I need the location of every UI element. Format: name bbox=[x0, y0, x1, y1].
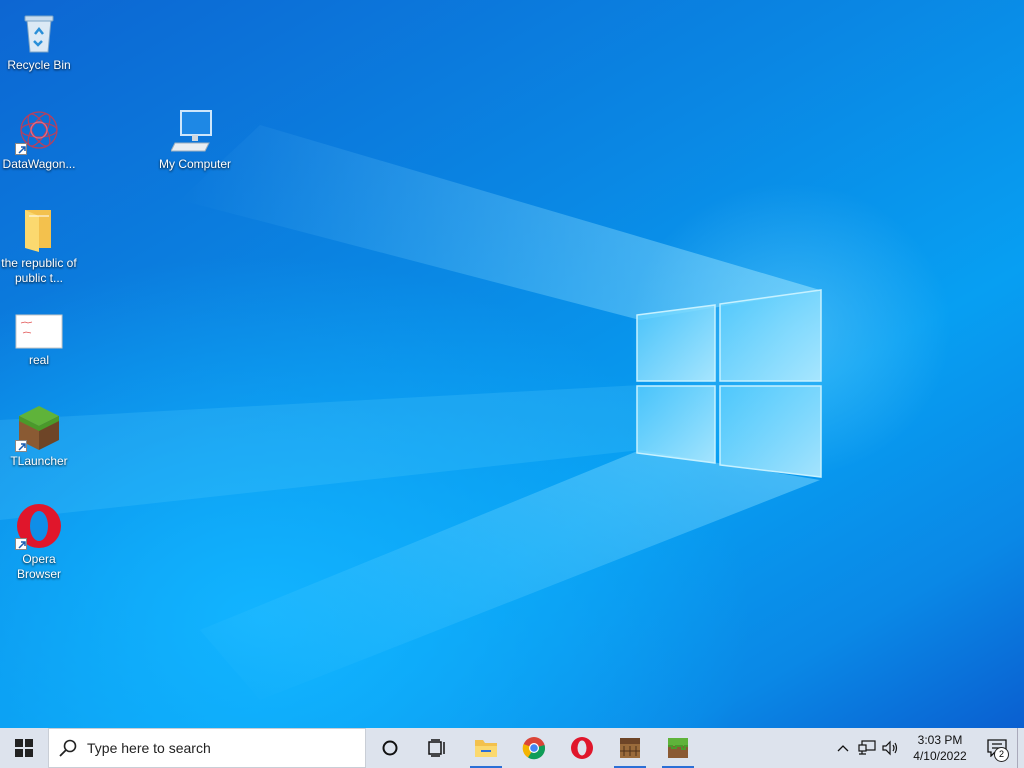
recycle-bin-icon bbox=[15, 8, 63, 56]
crafting-table-icon bbox=[620, 738, 640, 758]
desktop-icon-real[interactable]: real bbox=[1, 313, 77, 368]
datawagon-icon bbox=[15, 107, 63, 155]
tlauncher-icon bbox=[15, 404, 63, 452]
taskbar-app-crafting-table[interactable] bbox=[606, 728, 654, 768]
shortcut-arrow-icon bbox=[15, 440, 27, 452]
desktop-icon-label: real bbox=[28, 353, 49, 367]
desktop-icon-label: DataWagon... bbox=[2, 157, 76, 171]
desktop-icon-recycle-bin[interactable]: Recycle Bin bbox=[1, 8, 77, 73]
opera-icon bbox=[15, 502, 63, 550]
computer-icon bbox=[170, 107, 219, 155]
network-button[interactable] bbox=[855, 728, 879, 768]
clock-date: 4/10/2022 bbox=[913, 749, 967, 763]
clock[interactable]: 3:03 PM 4/10/2022 bbox=[903, 732, 977, 764]
search-icon bbox=[59, 739, 77, 757]
desktop-icon-label: Recycle Bin bbox=[7, 58, 71, 72]
volume-button[interactable] bbox=[879, 728, 903, 768]
start-button[interactable] bbox=[0, 728, 48, 768]
taskbar: Type here to search 3:03 PM 4/10/2022 2 bbox=[0, 728, 1024, 768]
folder-icon bbox=[15, 206, 63, 254]
desktop-icon-label: TLauncher bbox=[10, 454, 68, 468]
desktop-icon-tlauncher[interactable]: TLauncher bbox=[1, 404, 77, 469]
cortana-icon bbox=[382, 740, 398, 756]
cortana-button[interactable] bbox=[366, 728, 414, 768]
show-hidden-icons-button[interactable] bbox=[831, 728, 855, 768]
desktop-icon-opera[interactable]: Opera Browser bbox=[1, 502, 77, 582]
show-desktop-button[interactable] bbox=[1017, 728, 1024, 768]
desktop-icon-label: the republic of public t... bbox=[1, 256, 77, 285]
shortcut-arrow-icon bbox=[15, 143, 27, 155]
shortcut-arrow-icon bbox=[15, 538, 27, 550]
clock-time: 3:03 PM bbox=[917, 733, 963, 747]
wallpaper-beams bbox=[0, 125, 820, 700]
task-view-button[interactable] bbox=[414, 728, 462, 768]
desktop-icon-my-computer[interactable]: My Computer bbox=[157, 107, 233, 172]
task-view-icon bbox=[428, 739, 445, 757]
taskbar-app-chrome[interactable] bbox=[510, 728, 558, 768]
taskbar-app-file-explorer[interactable] bbox=[462, 728, 510, 768]
desktop-icon-folder[interactable]: the republic of public t... bbox=[1, 206, 77, 286]
desktop-icon-datawagon[interactable]: DataWagon... bbox=[1, 107, 77, 172]
file-explorer-icon bbox=[475, 740, 497, 757]
taskbar-app-tlauncher[interactable] bbox=[654, 728, 702, 768]
desktop[interactable]: Recycle Bin DataWagon... My Computer the… bbox=[0, 0, 1024, 728]
speaker-icon bbox=[882, 740, 898, 756]
action-center-button[interactable]: 2 bbox=[977, 728, 1017, 768]
chevron-up-icon bbox=[837, 745, 849, 752]
network-icon bbox=[858, 740, 876, 755]
tlauncher-icon bbox=[668, 738, 688, 758]
taskbar-app-opera[interactable] bbox=[558, 728, 606, 768]
image-file-icon bbox=[15, 313, 63, 351]
windows-start-icon bbox=[15, 739, 33, 757]
system-tray: 3:03 PM 4/10/2022 2 bbox=[831, 728, 1024, 768]
desktop-icon-label: Opera Browser bbox=[16, 552, 61, 581]
windows-logo-wallpaper bbox=[636, 289, 822, 478]
desktop-icon-label: My Computer bbox=[158, 157, 232, 171]
notification-count-badge: 2 bbox=[994, 747, 1009, 762]
taskbar-search-box[interactable]: Type here to search bbox=[48, 728, 366, 768]
chrome-icon bbox=[522, 737, 546, 760]
opera-icon bbox=[571, 737, 593, 759]
search-placeholder: Type here to search bbox=[87, 740, 211, 756]
